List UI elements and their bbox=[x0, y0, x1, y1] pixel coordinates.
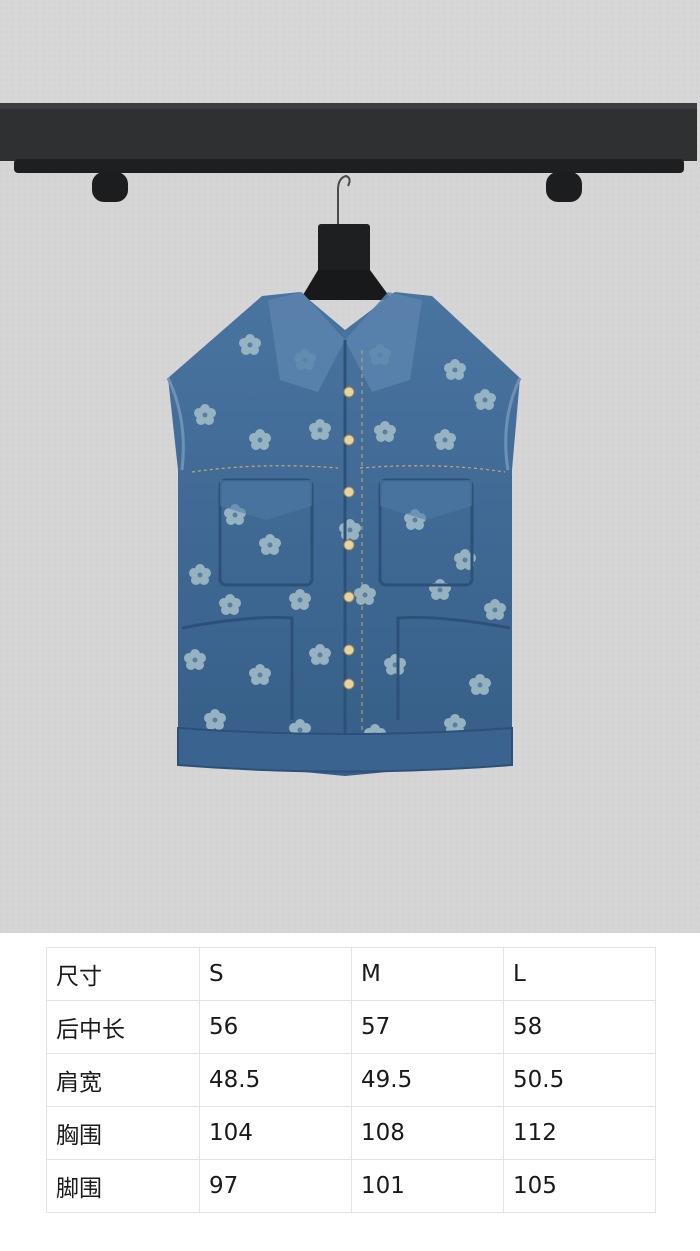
size-chart-cell: 108 bbox=[351, 1106, 504, 1160]
size-chart: 尺寸 S M L 后中长 56 57 58 肩宽 48.5 49.5 50.5 … bbox=[46, 947, 656, 1213]
size-chart-row: 肩宽 48.5 49.5 50.5 bbox=[46, 1053, 656, 1107]
size-chart-row: 后中长 56 57 58 bbox=[46, 1000, 656, 1054]
size-chart-cell: 105 bbox=[503, 1159, 656, 1213]
size-chart-row: 脚围 97 101 105 bbox=[46, 1159, 656, 1213]
denim-vest bbox=[166, 292, 522, 776]
size-chart-cell: 97 bbox=[199, 1159, 352, 1213]
size-chart-cell: 104 bbox=[199, 1106, 352, 1160]
size-chart-cell: 56 bbox=[199, 1000, 352, 1054]
size-chart-cell: 50.5 bbox=[503, 1053, 656, 1107]
size-chart-cell: 112 bbox=[503, 1106, 656, 1160]
size-chart-cell: 57 bbox=[351, 1000, 504, 1054]
size-chart-header-row: 尺寸 S M L bbox=[46, 947, 656, 1001]
size-chart-cell: 101 bbox=[351, 1159, 504, 1213]
size-chart-cell: L bbox=[503, 947, 656, 1001]
size-chart-cell: 肩宽 bbox=[46, 1053, 200, 1107]
size-chart-cell: M bbox=[351, 947, 504, 1001]
size-chart-cell: S bbox=[199, 947, 352, 1001]
size-chart-cell: 后中长 bbox=[46, 1000, 200, 1054]
size-chart-cell: 58 bbox=[503, 1000, 656, 1054]
size-chart-cell: 49.5 bbox=[351, 1053, 504, 1107]
size-chart-row: 胸围 104 108 112 bbox=[46, 1106, 656, 1160]
size-chart-cell: 48.5 bbox=[199, 1053, 352, 1107]
size-chart-cell: 脚围 bbox=[46, 1159, 200, 1213]
size-chart-cell: 尺寸 bbox=[46, 947, 200, 1001]
product-photo bbox=[0, 0, 700, 933]
size-chart-cell: 胸围 bbox=[46, 1106, 200, 1160]
product-photo-illustration bbox=[0, 0, 700, 933]
